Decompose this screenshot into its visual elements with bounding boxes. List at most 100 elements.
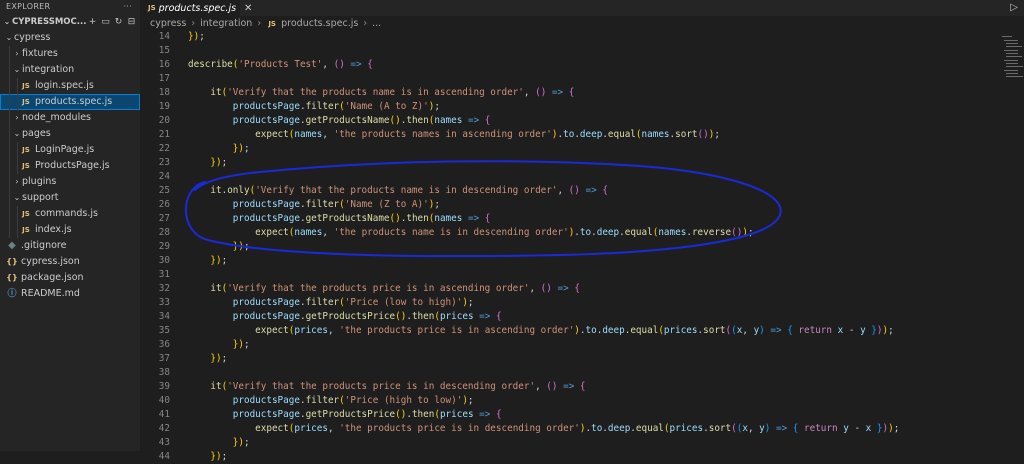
- code-line: 34 productsPage.getProductsPrice().then(…: [140, 310, 1000, 324]
- line-number: 29: [158, 241, 170, 252]
- code-line: 25 it.only('Verify that the products nam…: [140, 184, 1000, 198]
- tree-item-integration[interactable]: ⌄ integration: [0, 62, 140, 78]
- code-line: 16 describe('Products Test', () => {: [140, 58, 1000, 72]
- line-text: productsPage.filter('Name (A to Z)');: [232, 101, 440, 112]
- line-number: 35: [158, 325, 170, 336]
- chevron-down-icon: ⌄: [3, 17, 11, 26]
- code-line: 42 expect(prices, 'the products price is…: [140, 422, 1000, 436]
- line-number: 25: [158, 185, 170, 196]
- line-number: 34: [158, 311, 170, 322]
- line-text: });: [188, 31, 205, 42]
- tree-item-pages[interactable]: ⌄ pages: [0, 126, 140, 142]
- git-file-icon: ◆: [8, 240, 16, 251]
- collapse-all-icon[interactable]: ⊟: [127, 17, 136, 27]
- code-line: 18 it('Verify that the products name is …: [140, 86, 1000, 100]
- tree-item-label: package.json: [21, 272, 84, 283]
- explorer-title: EXPLORER: [6, 2, 51, 11]
- tree-item-label: .gitignore: [21, 240, 67, 251]
- js-file-icon: JS: [22, 210, 30, 218]
- code-line: 26 productsPage.filter('Name (Z to A)');: [140, 198, 1000, 212]
- line-text: describe('Products Test', () => {: [188, 59, 373, 70]
- line-number: 44: [158, 451, 170, 462]
- indent-guide: [9, 46, 10, 62]
- indent-guide: [9, 174, 10, 190]
- line-number: 37: [158, 353, 170, 364]
- code-line: 41 productsPage.getProductsPrice().then(…: [140, 408, 1000, 422]
- tree-item-commands-js[interactable]: JS commands.js: [0, 206, 140, 222]
- line-text: });: [232, 143, 250, 154]
- tab-products-spec[interactable]: JS products.spec.js ✕: [140, 0, 252, 16]
- tree-item-label: login.spec.js: [35, 80, 94, 91]
- indent-guide: [17, 94, 18, 110]
- project-root[interactable]: ⌄ CYPRESSMOC... + ▭ ↻ ⊟: [0, 14, 140, 30]
- close-icon[interactable]: ✕: [244, 3, 252, 14]
- line-text: });: [210, 255, 228, 266]
- line-text: productsPage.getProductsPrice().then(pri…: [232, 311, 502, 322]
- code-editor[interactable]: 14}); 15 16 describe('Products Test', () =>…: [140, 31, 1000, 462]
- line-number: 33: [158, 297, 170, 308]
- indent-guide: [9, 158, 10, 174]
- indent-guide: [9, 78, 10, 94]
- line-number: 22: [158, 143, 170, 154]
- tree-item-loginpage-js[interactable]: JS LoginPage.js: [0, 142, 140, 158]
- run-icon[interactable]: ▷: [1010, 2, 1018, 13]
- code-line: 30 });: [140, 254, 1000, 268]
- tree-item-products-spec-js[interactable]: JS products.spec.js: [0, 94, 140, 110]
- tree-item-fixtures[interactable]: › fixtures: [0, 46, 140, 62]
- indent-guide: [17, 158, 18, 174]
- line-number: 18: [158, 87, 170, 98]
- line-number: 28: [158, 227, 170, 238]
- explorer-header: EXPLORER ···: [0, 0, 140, 14]
- code-line: 43 });: [140, 436, 1000, 450]
- line-text: productsPage.getProductsName().then(name…: [232, 115, 491, 126]
- file-tree: ⌄ cypress › fixtures ⌄ integration JS login.spe…: [0, 30, 140, 302]
- tree-item-package-json[interactable]: {} package.json: [0, 270, 140, 286]
- code-line: 15: [140, 44, 1000, 58]
- line-text: });: [210, 157, 228, 168]
- tree-item-plugins[interactable]: › plugins: [0, 174, 140, 190]
- minimap[interactable]: [1000, 32, 1024, 92]
- explorer-sidebar: EXPLORER ··· ⌄ CYPRESSMOC... + ▭ ↻ ⊟ ⌄ cy…: [0, 0, 140, 451]
- tree-item-readme-md[interactable]: ⓘ README.md: [0, 286, 140, 302]
- tree-item-support[interactable]: ⌄ support: [0, 190, 140, 206]
- code-line: 35 expect(prices, 'the products price is…: [140, 324, 1000, 338]
- json-file-icon: {}: [6, 257, 18, 266]
- line-number: 24: [158, 171, 170, 182]
- explorer-more-icon[interactable]: ···: [123, 0, 132, 14]
- js-file-icon: JS: [22, 146, 30, 154]
- code-line: 24: [140, 170, 1000, 184]
- tree-item-login-spec-js[interactable]: JS login.spec.js: [0, 78, 140, 94]
- json-file-icon: {}: [6, 273, 18, 282]
- indent-guide: [17, 206, 18, 222]
- tree-item-label: support: [22, 192, 59, 203]
- tab-bar: JS products.spec.js ✕ ▷: [140, 0, 1024, 16]
- chevron-right-icon: ›: [15, 177, 19, 186]
- code-line: 44 });: [140, 450, 1000, 464]
- chevron-down-icon: ⌄: [13, 65, 21, 74]
- tree-item--gitignore[interactable]: ◆ .gitignore: [0, 238, 140, 254]
- indent-guide: [9, 206, 10, 222]
- line-text: });: [210, 353, 228, 364]
- tree-item-cypress[interactable]: ⌄ cypress: [0, 30, 140, 46]
- tree-item-cypress-json[interactable]: {} cypress.json: [0, 254, 140, 270]
- line-number: 21: [158, 129, 170, 140]
- tree-item-node-modules[interactable]: › node_modules: [0, 110, 140, 126]
- tree-item-index-js[interactable]: JS index.js: [0, 222, 140, 238]
- tree-item-productspage-js[interactable]: JS ProductsPage.js: [0, 158, 140, 174]
- tree-item-label: plugins: [22, 176, 57, 187]
- tree-item-label: products.spec.js: [35, 96, 113, 107]
- line-number: 39: [158, 381, 170, 392]
- code-line: 29 });: [140, 240, 1000, 254]
- code-line: 40 productsPage.filter('Price (high to l…: [140, 394, 1000, 408]
- line-text: });: [232, 241, 250, 252]
- code-line: 27 productsPage.getProductsName().then(n…: [140, 212, 1000, 226]
- indent-guide: [17, 142, 18, 158]
- line-number: 20: [158, 115, 170, 126]
- new-file-icon[interactable]: +: [88, 17, 97, 27]
- refresh-icon[interactable]: ↻: [114, 17, 123, 27]
- line-text: productsPage.filter('Price (high to low)…: [232, 395, 474, 406]
- new-folder-icon[interactable]: ▭: [101, 17, 110, 27]
- line-number: 23: [158, 157, 170, 168]
- line-text: productsPage.getProductsName().then(name…: [232, 213, 491, 224]
- line-number: 19: [158, 101, 170, 112]
